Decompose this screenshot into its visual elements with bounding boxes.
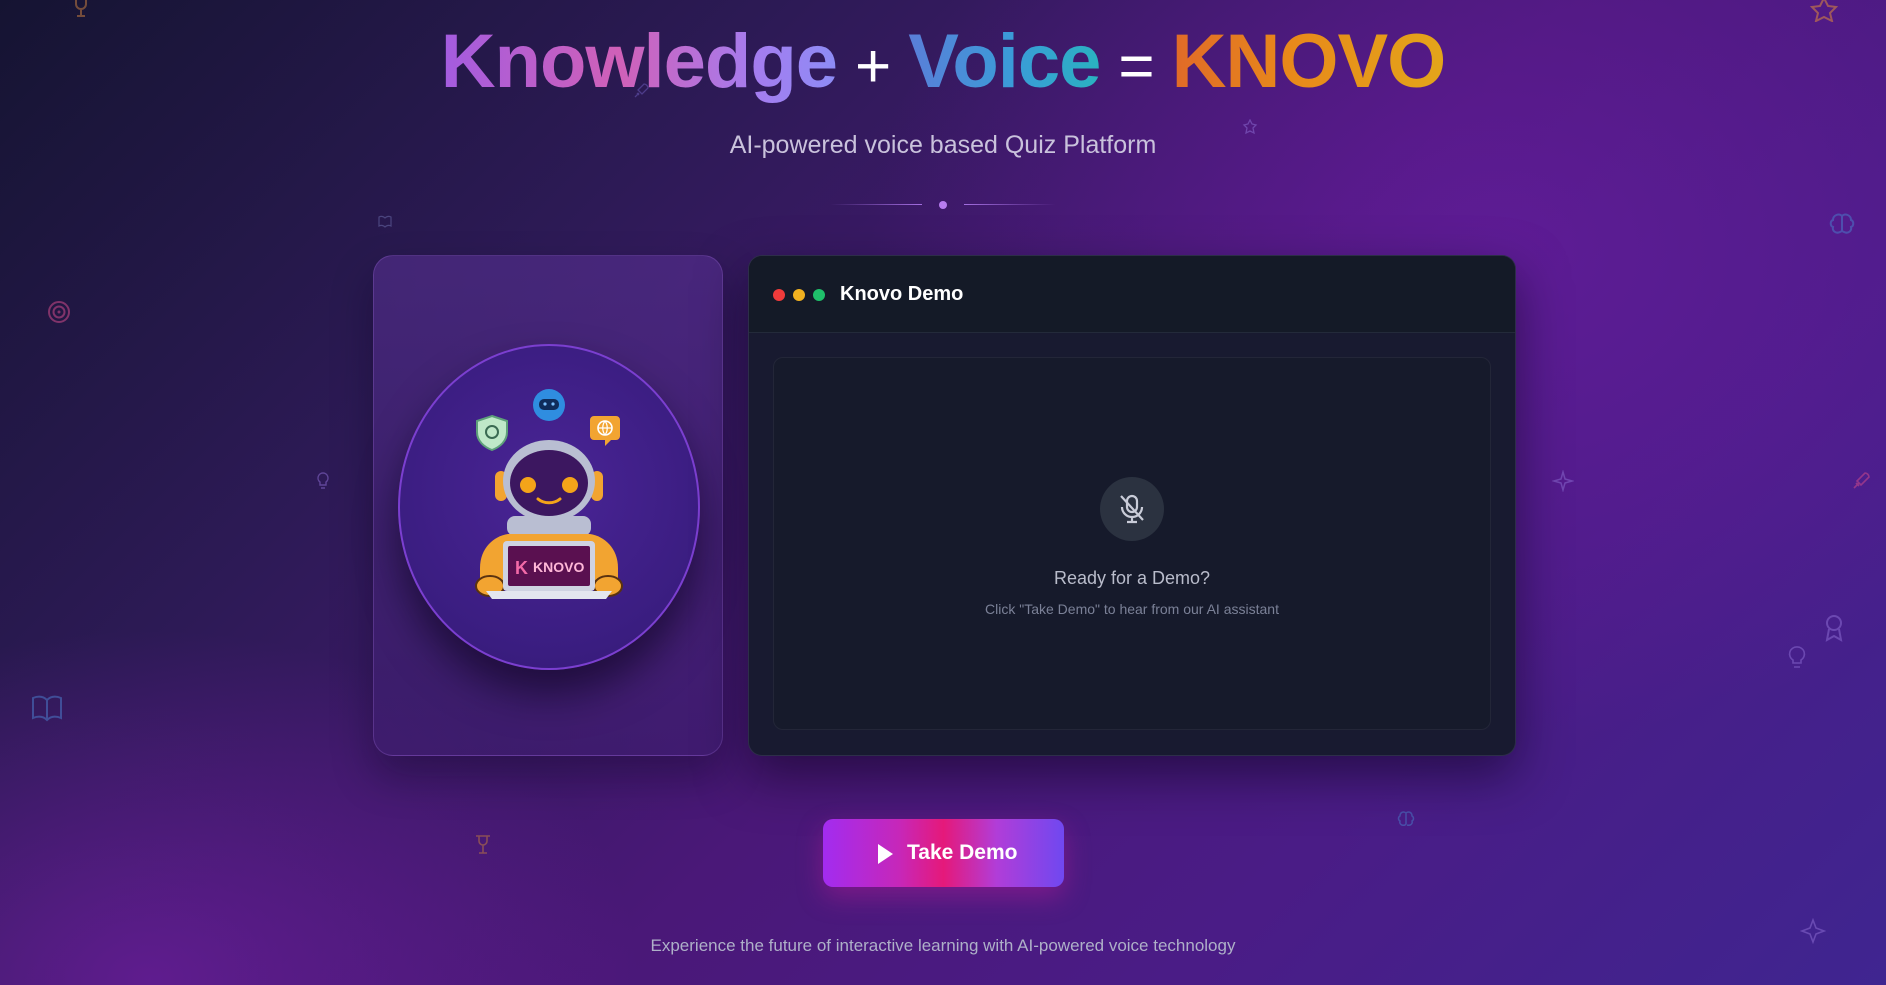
hero: Knowledge + Voice = KNOVO AI-powered voice b…	[0, 14, 1886, 160]
play-icon	[878, 844, 893, 864]
rocket-icon	[1853, 472, 1870, 489]
title-equals: =	[1118, 32, 1154, 101]
ready-hint: Click "Take Demo" to hear from our AI as…	[985, 601, 1279, 617]
mic-off-icon	[1120, 494, 1144, 524]
mic-status	[1100, 477, 1164, 541]
lightbulb-icon	[317, 472, 329, 489]
sparkle-icon	[1552, 470, 1574, 492]
brain-icon	[1829, 213, 1855, 234]
title-plus: +	[855, 32, 891, 101]
divider-line-right	[964, 204, 1056, 205]
brain-icon-small	[1397, 811, 1415, 826]
demo-window: Knovo Demo Ready for a Demo? Click "Take…	[748, 255, 1516, 756]
book-icon	[32, 695, 62, 722]
robot-mascot-illustration: K KNOVO	[475, 389, 623, 599]
small-book-icon	[378, 215, 392, 228]
window-minimize-dot	[793, 289, 805, 301]
lightbulb-icon-right	[1788, 646, 1806, 668]
laptop-label: KNOVO	[533, 559, 584, 575]
target-icon	[48, 301, 70, 323]
window-close-dot	[773, 289, 785, 301]
hero-title: Knowledge + Voice = KNOVO	[0, 14, 1886, 115]
award-icon	[1825, 615, 1843, 642]
globe-icon	[590, 416, 620, 446]
title-knowledge: Knowledge	[440, 19, 838, 104]
demo-panel: Ready for a Demo? Click "Take Demo" to h…	[773, 357, 1491, 730]
trophy-icon-small	[476, 835, 490, 854]
mascot-avatar: K KNOVO	[398, 344, 700, 670]
shield-icon	[476, 414, 508, 452]
hero-subtitle: AI-powered voice based Quiz Platform	[729, 131, 1157, 159]
divider-dot	[939, 201, 947, 209]
gamepad-icon	[533, 389, 565, 421]
mascot-card: K KNOVO	[373, 255, 723, 756]
window-maximize-dot	[813, 289, 825, 301]
title-voice: Voice	[908, 19, 1101, 104]
ready-title: Ready for a Demo?	[1053, 568, 1211, 588]
demo-window-title: Knovo Demo	[840, 283, 964, 305]
take-demo-label: Take Demo	[907, 841, 1018, 864]
laptop-logo-letter: K	[515, 558, 528, 578]
demo-window-header: Knovo Demo	[749, 256, 1515, 333]
title-knovo: KNOVO	[1171, 19, 1447, 104]
divider-line-left	[830, 204, 922, 205]
footer-tagline: Experience the future of interactive lea…	[650, 936, 1236, 955]
take-demo-button[interactable]: Take Demo	[823, 819, 1064, 887]
section-divider	[830, 201, 1056, 209]
